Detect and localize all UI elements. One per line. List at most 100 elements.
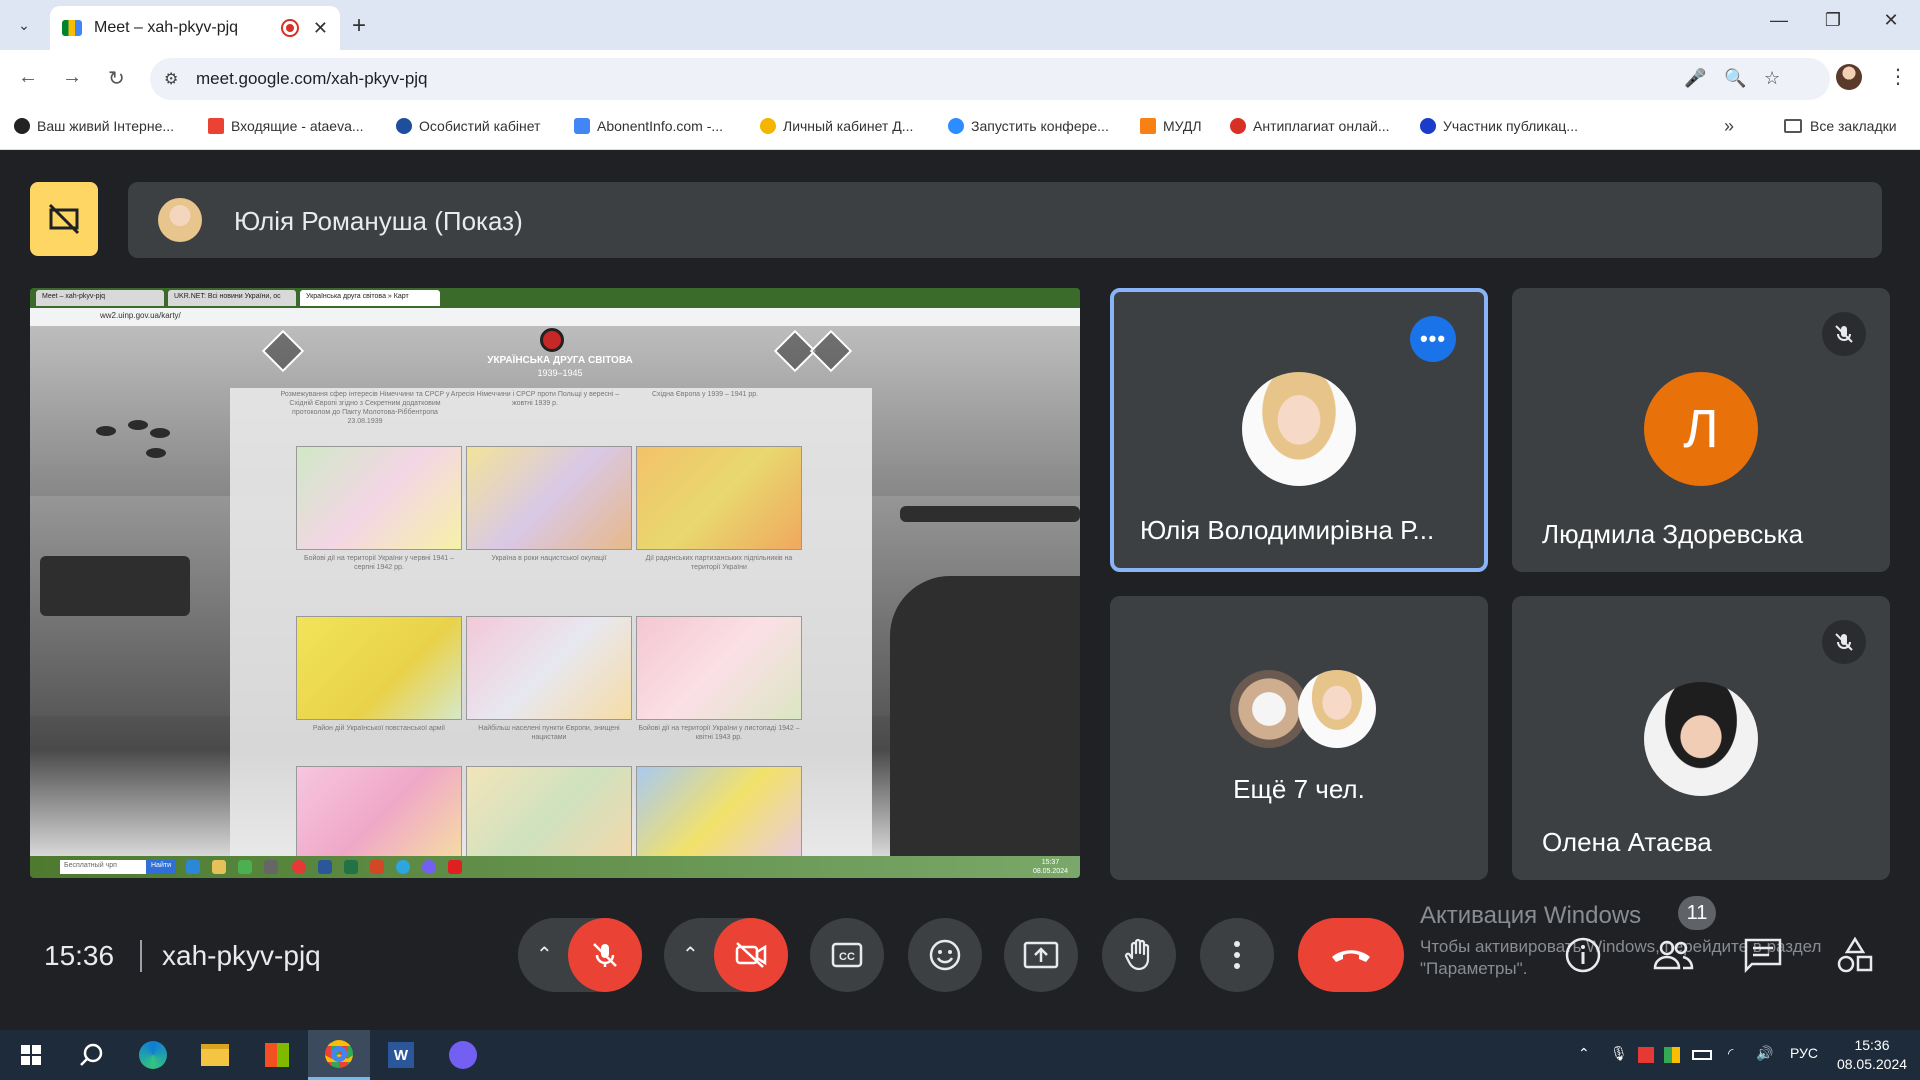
wifi-icon[interactable]: ◜	[1728, 1045, 1733, 1062]
tray-app-icon[interactable]	[1638, 1047, 1654, 1063]
map-caption: Агресія Німеччини і СРСР проти Польщі у …	[450, 391, 620, 407]
video-options-chevron-icon[interactable]: ⌃	[682, 942, 699, 967]
people-button[interactable]	[1648, 930, 1698, 980]
microphone-off-button[interactable]	[568, 918, 642, 992]
gmail-icon	[208, 118, 224, 134]
ship-silhouette	[900, 506, 1080, 522]
camera-off-icon	[735, 942, 767, 968]
participant-tile-speaking[interactable]: ••• Юлія Володимирівна Р...	[1110, 288, 1488, 572]
input-language[interactable]: РУС	[1790, 1045, 1818, 1061]
bookmark-item[interactable]: Запустить конфере...	[948, 118, 1109, 134]
presenter-banner: Юлія Романуша (Показ)	[128, 182, 1882, 258]
bookmark-star-icon[interactable]: ☆	[1764, 68, 1780, 89]
more-options-icon[interactable]: •••	[1410, 316, 1456, 362]
minimize-button[interactable]: —	[1756, 10, 1802, 31]
word-taskbar-icon[interactable]: W	[370, 1030, 432, 1080]
audio-options-chevron-icon[interactable]: ⌃	[536, 942, 553, 967]
tray-app-icon[interactable]	[1664, 1047, 1680, 1063]
bookmark-item[interactable]: Участник публикац...	[1420, 118, 1578, 134]
back-icon[interactable]: ←	[18, 66, 38, 89]
bookmark-item[interactable]: Антиплагиат онлай...	[1230, 118, 1390, 134]
chrome-taskbar-icon[interactable]	[308, 1030, 370, 1080]
battery-icon[interactable]	[1692, 1050, 1712, 1060]
mic-off-icon	[593, 943, 617, 967]
profile-avatar[interactable]	[1836, 64, 1862, 90]
forward-icon[interactable]: →	[62, 66, 82, 89]
participant-name: Олена Атаєва	[1542, 827, 1712, 857]
divider	[140, 940, 142, 972]
browser-menu-icon[interactable]: ⋮	[1888, 64, 1908, 89]
chrome-icon	[238, 860, 252, 874]
telegram-icon	[396, 860, 410, 874]
opera-icon	[292, 860, 306, 874]
bookmark-item[interactable]: Входящие - ataeva...	[208, 118, 364, 134]
bookmark-item[interactable]: Особистий кабінет	[396, 118, 540, 134]
present-screen-button[interactable]	[1004, 918, 1078, 992]
site-info-icon[interactable]: ⚙	[164, 69, 178, 89]
meeting-details-button[interactable]	[1558, 930, 1608, 980]
window-close-button[interactable]: ✕	[1868, 10, 1914, 31]
shared-tab: Meet – xah-pkyv-pjq	[36, 290, 164, 306]
camera-off-button[interactable]	[714, 918, 788, 992]
leave-call-button[interactable]	[1298, 918, 1404, 992]
tab-search-button[interactable]: ⌄	[8, 10, 40, 40]
balloon	[150, 428, 170, 438]
more-vert-icon	[1234, 941, 1240, 969]
others-tile[interactable]: Ещё 7 чел.	[1110, 596, 1488, 880]
folder-icon	[1784, 119, 1802, 133]
reload-icon[interactable]: ↻	[108, 66, 125, 91]
site-logo-icon	[540, 328, 564, 352]
map-caption: Найбільш населені пункти Європи, знищені…	[478, 725, 620, 741]
volume-icon[interactable]: 🔊	[1756, 1045, 1773, 1062]
tab-close-icon[interactable]: ✕	[313, 18, 328, 39]
explorer-icon	[212, 860, 226, 874]
microphone-icon[interactable]: 🎤	[1684, 68, 1706, 89]
browser-tab-meet[interactable]: Meet – xah-pkyv-pjq ✕	[50, 6, 340, 50]
map-thumbnail	[466, 616, 632, 720]
bookmark-item[interactable]: МУДЛ	[1140, 118, 1202, 134]
activities-button[interactable]	[1830, 930, 1880, 980]
map-thumbnail	[636, 616, 802, 720]
search-button[interactable]	[60, 1030, 122, 1080]
shared-taskbar: Бесплатный чрп Найти 15:37 08.05.2024	[30, 856, 1080, 878]
bookmark-item[interactable]: Личный кабинет Д...	[760, 118, 913, 134]
raise-hand-button[interactable]	[1102, 918, 1176, 992]
mic-off-icon	[1822, 312, 1866, 356]
tray-chevron-icon[interactable]: ⌃	[1578, 1045, 1590, 1062]
address-bar[interactable]: ⚙ meet.google.com/xah-pkyv-pjq 🎤 🔍 ☆	[150, 58, 1830, 100]
hang-up-icon	[1332, 950, 1370, 962]
store-icon[interactable]	[246, 1030, 308, 1080]
chat-button[interactable]	[1738, 930, 1788, 980]
viber-taskbar-icon[interactable]	[432, 1030, 494, 1080]
tray-mic-icon[interactable]: 🎙	[1610, 1045, 1628, 1062]
balloon	[146, 448, 166, 458]
all-bookmarks-button[interactable]: Все закладки	[1784, 118, 1897, 134]
participant-tile[interactable]: Олена Атаєва	[1512, 596, 1890, 880]
participant-avatar	[1242, 372, 1356, 486]
reactions-button[interactable]	[908, 918, 982, 992]
new-tab-button[interactable]: +	[352, 12, 366, 40]
restore-button[interactable]: ❐	[1810, 10, 1856, 31]
bookmark-item[interactable]: AbonentInfo.com -...	[574, 118, 723, 134]
viber-icon	[422, 860, 436, 874]
start-button[interactable]	[0, 1030, 62, 1080]
shared-tab-strip: Meet – xah-pkyv-pjq UKR.NET: Всі новини …	[30, 288, 1080, 308]
shared-screen[interactable]: Meet – xah-pkyv-pjq UKR.NET: Всі новини …	[30, 288, 1080, 878]
url-text[interactable]: meet.google.com/xah-pkyv-pjq	[196, 69, 428, 89]
edge-taskbar-icon[interactable]	[122, 1030, 184, 1080]
zoom-icon[interactable]: 🔍	[1724, 68, 1746, 89]
system-clock[interactable]: 15:36 08.05.2024	[1832, 1036, 1912, 1074]
participant-tile[interactable]: Л Людмила Здоревська	[1512, 288, 1890, 572]
shared-tab: Українська друга світова » Карт	[300, 290, 440, 306]
emoji-icon	[929, 939, 961, 971]
more-options-button[interactable]	[1200, 918, 1274, 992]
presenting-indicator-icon[interactable]	[30, 182, 98, 256]
bookmark-item[interactable]: Ваш живий Інтерне...	[14, 118, 174, 134]
tab-title: Meet – xah-pkyv-pjq	[94, 19, 239, 36]
bookmark-favicon-icon	[1420, 118, 1436, 134]
file-explorer-icon[interactable]	[184, 1030, 246, 1080]
captions-button[interactable]: CC	[810, 918, 884, 992]
info-icon	[1565, 937, 1601, 973]
bookmarks-overflow-icon[interactable]: »	[1724, 116, 1734, 137]
map-thumbnail	[636, 446, 802, 550]
